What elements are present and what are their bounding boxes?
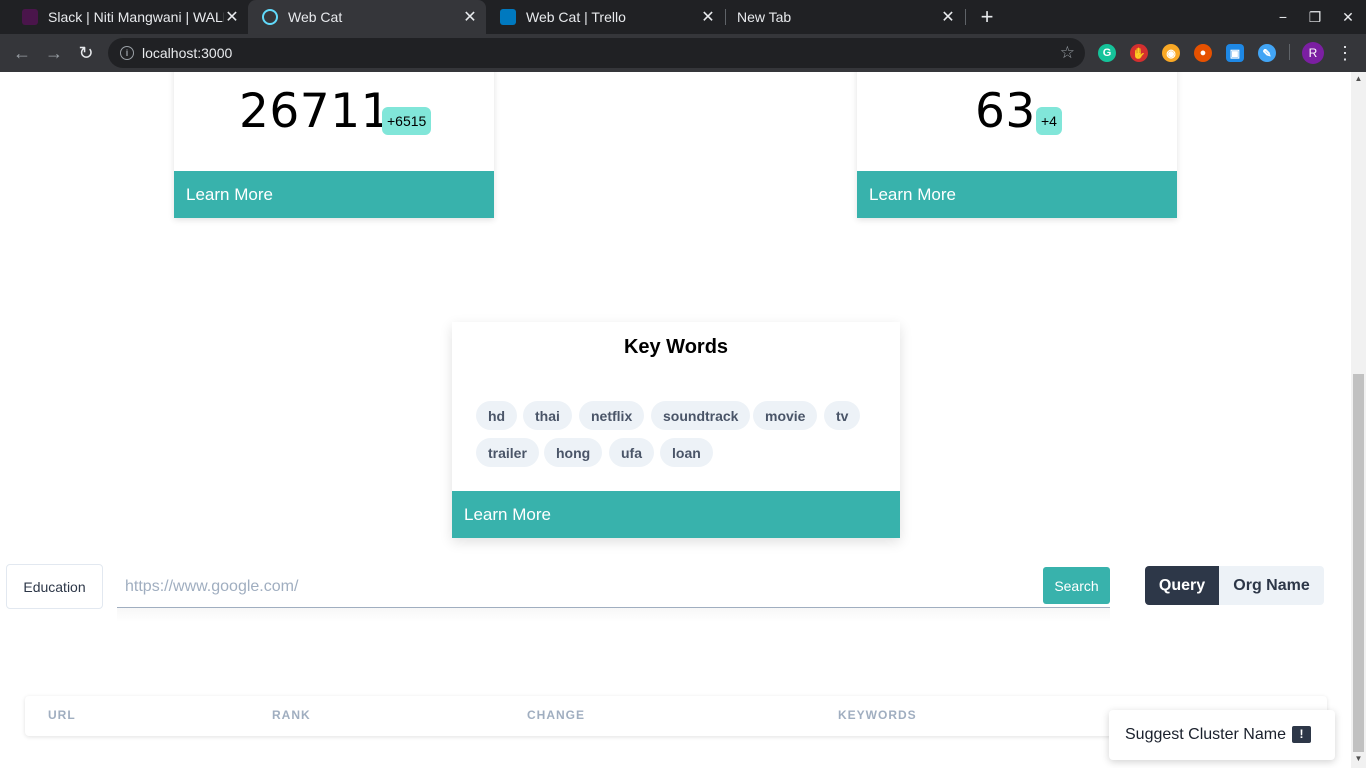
toolbar-separator bbox=[1289, 44, 1290, 60]
fox-extension-icon[interactable]: ● bbox=[1194, 44, 1212, 62]
url-search-input[interactable] bbox=[117, 566, 1110, 608]
stat-card: 26711 +6515 Learn More bbox=[174, 72, 494, 218]
tab-title: Slack | Niti Mangwani | WALL bbox=[48, 9, 224, 25]
learn-more-button[interactable]: Learn More bbox=[452, 491, 900, 538]
info-icon[interactable]: i bbox=[120, 46, 134, 60]
suggest-label: Suggest Cluster Name bbox=[1125, 726, 1286, 743]
back-icon[interactable]: ← bbox=[9, 40, 35, 66]
stat-value: 63 bbox=[975, 84, 1036, 139]
minimize-button[interactable]: − bbox=[1267, 0, 1299, 34]
hand-stop-icon[interactable]: ✋ bbox=[1130, 44, 1148, 62]
page-scrollbar[interactable]: ▲ ▼ bbox=[1351, 72, 1366, 768]
keyword-chip[interactable]: hong bbox=[544, 438, 603, 467]
tab-title: Web Cat | Trello bbox=[526, 9, 626, 25]
scroll-thumb[interactable] bbox=[1353, 374, 1364, 752]
tab-title: New Tab bbox=[737, 9, 792, 25]
browser-tab-bar: Slack | Niti Mangwani | WALL ✕ Web Cat ✕… bbox=[0, 0, 1366, 34]
slack-icon bbox=[22, 9, 38, 25]
close-icon[interactable]: ✕ bbox=[462, 9, 478, 26]
address-bar[interactable]: i localhost:3000 ☆ bbox=[108, 38, 1085, 68]
toggle-org-name[interactable]: Org Name bbox=[1219, 566, 1324, 605]
stat-value: 26711 bbox=[239, 84, 392, 139]
bookmark-star-icon[interactable]: ☆ bbox=[1060, 43, 1075, 63]
column-header-keywords[interactable]: KEYWORDS bbox=[838, 708, 917, 722]
reload-icon[interactable]: ↻ bbox=[73, 40, 99, 66]
keyword-chip[interactable]: movie bbox=[753, 401, 818, 430]
keyword-chip[interactable]: soundtrack bbox=[651, 401, 751, 430]
more-menu-icon[interactable]: ⋮ bbox=[1336, 42, 1354, 64]
trello-icon bbox=[500, 9, 516, 25]
scroll-up-arrow-icon[interactable]: ▲ bbox=[1351, 74, 1366, 86]
keyword-chip[interactable]: tv bbox=[824, 401, 861, 430]
stat-card: 63 +4 Learn More bbox=[857, 72, 1177, 218]
keyword-chip[interactable]: loan bbox=[660, 438, 713, 467]
tab-separator bbox=[965, 9, 966, 25]
keyword-chip[interactable]: thai bbox=[523, 401, 572, 430]
close-window-button[interactable]: ✕ bbox=[1332, 0, 1364, 34]
keywords-card: Key Words hd thai netflix soundtrack mov… bbox=[452, 322, 900, 538]
learn-more-button[interactable]: Learn More bbox=[174, 171, 494, 218]
tab-trello[interactable]: Web Cat | Trello ✕ bbox=[486, 0, 724, 34]
feedback-icon: ! bbox=[1292, 726, 1311, 743]
keyword-chip[interactable]: trailer bbox=[476, 438, 539, 467]
close-icon[interactable]: ✕ bbox=[700, 9, 716, 26]
close-icon[interactable]: ✕ bbox=[224, 9, 240, 26]
new-tab-button[interactable]: + bbox=[976, 6, 998, 28]
url-text: localhost:3000 bbox=[142, 45, 233, 61]
suggest-cluster-name-button[interactable]: Suggest Cluster Name ! bbox=[1109, 710, 1335, 760]
category-button[interactable]: Education bbox=[6, 564, 103, 609]
search-button[interactable]: Search bbox=[1043, 567, 1110, 604]
column-header-rank[interactable]: RANK bbox=[272, 708, 311, 722]
tab-title: Web Cat bbox=[288, 9, 343, 25]
pen-extension-icon[interactable]: ✎ bbox=[1258, 44, 1276, 62]
toggle-query[interactable]: Query bbox=[1145, 566, 1219, 605]
column-header-url[interactable]: URL bbox=[48, 708, 76, 722]
keyword-chip[interactable]: hd bbox=[476, 401, 518, 430]
restore-button[interactable]: ❐ bbox=[1299, 0, 1331, 34]
grammarly-icon[interactable]: G bbox=[1098, 44, 1116, 62]
keywords-title: Key Words bbox=[623, 336, 729, 358]
tab-web-cat[interactable]: Web Cat ✕ bbox=[248, 0, 486, 34]
learn-more-button[interactable]: Learn More bbox=[857, 171, 1177, 218]
page-viewport: 26711 +6515 Learn More 63 +4 Learn More … bbox=[0, 72, 1351, 768]
stat-delta-badge: +6515 bbox=[382, 107, 432, 135]
tab-slack[interactable]: Slack | Niti Mangwani | WALL ✕ bbox=[8, 0, 248, 34]
tab-new-tab[interactable]: New Tab ✕ bbox=[726, 0, 964, 34]
search-underline-shadow bbox=[117, 608, 1110, 622]
browser-toolbar: ← → ↻ i localhost:3000 ☆ G ✋ ◉ ● ▣ ✎ R ⋮ bbox=[0, 34, 1366, 72]
reader-extension-icon[interactable]: ▣ bbox=[1226, 44, 1244, 62]
scroll-down-arrow-icon[interactable]: ▼ bbox=[1351, 754, 1366, 766]
close-icon[interactable]: ✕ bbox=[940, 9, 956, 26]
keyword-chip[interactable]: ufa bbox=[609, 438, 654, 467]
forward-icon[interactable]: → bbox=[41, 40, 67, 66]
keyword-chip[interactable]: netflix bbox=[579, 401, 645, 430]
column-header-change[interactable]: CHANGE bbox=[527, 708, 585, 722]
owl-extension-icon[interactable]: ◉ bbox=[1162, 44, 1180, 62]
react-icon bbox=[262, 9, 278, 25]
profile-avatar[interactable]: R bbox=[1302, 42, 1324, 64]
stat-delta-badge: +4 bbox=[1036, 107, 1062, 135]
